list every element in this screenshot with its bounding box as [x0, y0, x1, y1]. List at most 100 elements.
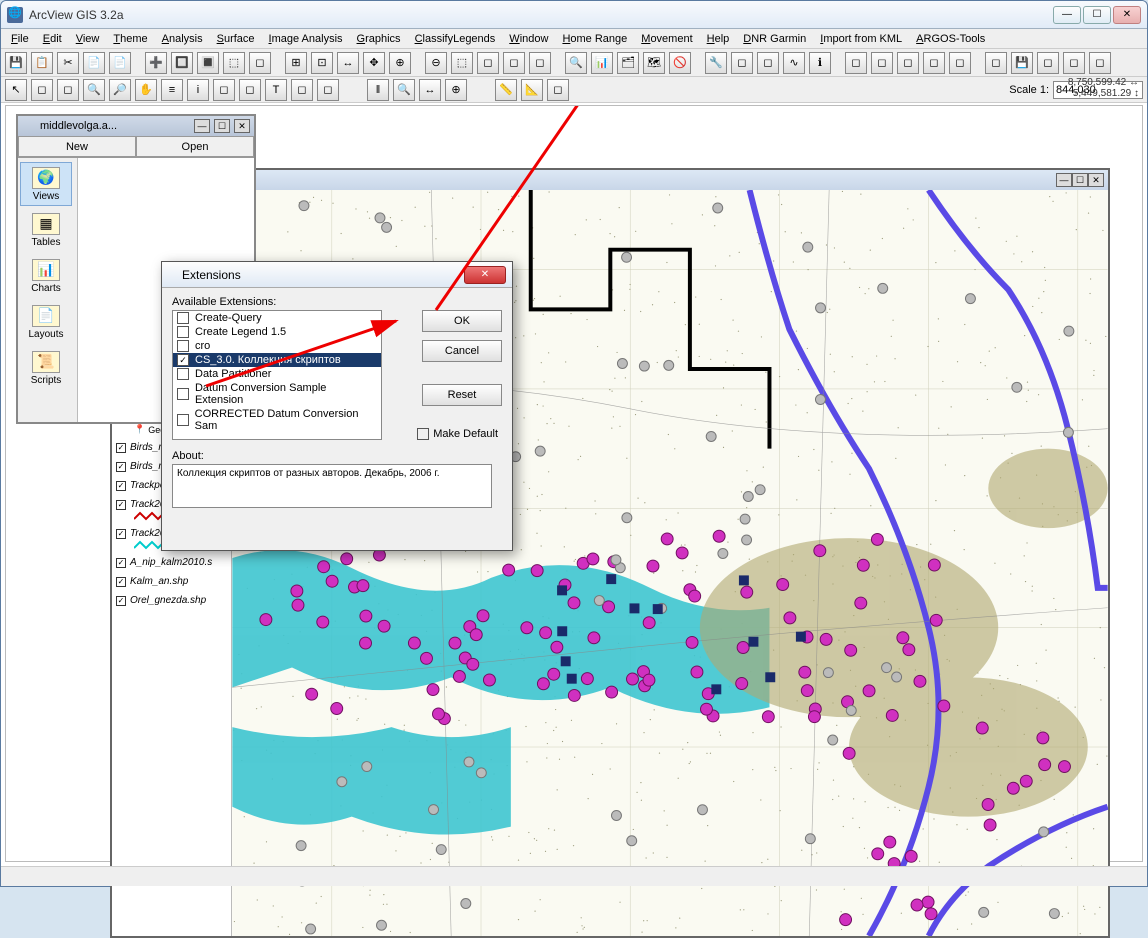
toolbar-button-21[interactable]: 📊: [591, 52, 613, 74]
toolbar2-button-10[interactable]: T: [265, 79, 287, 101]
toolbar2-button-3[interactable]: 🔍: [83, 79, 105, 101]
menu-image-analysis[interactable]: Image Analysis: [263, 32, 349, 46]
toolbar-button-24[interactable]: 🚫: [669, 52, 691, 74]
toolbar2-button-4[interactable]: 🔎: [109, 79, 131, 101]
extensions-list[interactable]: Create-QueryCreate Legend 1.5cro✓CS_3.0.…: [172, 310, 382, 440]
project-close-button[interactable]: ✕: [234, 119, 250, 133]
menu-help[interactable]: Help: [701, 32, 736, 46]
toolbar2-button-17[interactable]: ⊕: [445, 79, 467, 101]
toolbar2-button-2[interactable]: ◻: [57, 79, 79, 101]
toolbar-button-2[interactable]: ✂: [57, 52, 79, 74]
toolbar-button-36[interactable]: 💾: [1011, 52, 1033, 74]
toolbar2-button-8[interactable]: ◻: [213, 79, 235, 101]
project-category-charts[interactable]: 📊Charts: [20, 254, 72, 298]
toolbar-button-33[interactable]: ◻: [923, 52, 945, 74]
toolbar-button-22[interactable]: 🗂: [617, 52, 639, 74]
toolbar-button-16[interactable]: ⬚: [451, 52, 473, 74]
toolbar-button-0[interactable]: 💾: [5, 52, 27, 74]
menu-classifylegends[interactable]: ClassifyLegends: [409, 32, 502, 46]
ok-button[interactable]: OK: [422, 310, 502, 332]
checkbox-icon[interactable]: ✓: [116, 443, 126, 453]
toolbar2-button-7[interactable]: i: [187, 79, 209, 101]
toolbar-button-23[interactable]: 🗺: [643, 52, 665, 74]
map-close-button[interactable]: ✕: [1088, 173, 1104, 187]
toolbar2-button-19[interactable]: 📏: [495, 79, 517, 101]
project-category-tables[interactable]: ▦Tables: [20, 208, 72, 252]
menu-graphics[interactable]: Graphics: [351, 32, 407, 46]
extension-item[interactable]: CORRECTED Datum Conversion Sam: [173, 407, 381, 433]
toolbar-button-9[interactable]: ◻: [249, 52, 271, 74]
menu-home-range[interactable]: Home Range: [556, 32, 633, 46]
toolbar-button-18[interactable]: ◻: [503, 52, 525, 74]
toolbar-button-17[interactable]: ◻: [477, 52, 499, 74]
toolbar-button-34[interactable]: ◻: [949, 52, 971, 74]
checkbox-icon[interactable]: ✓: [177, 354, 189, 366]
extension-item[interactable]: Data Partitioner: [173, 367, 381, 381]
project-maximize-button[interactable]: ☐: [214, 119, 230, 133]
toolbar2-button-9[interactable]: ◻: [239, 79, 261, 101]
toolbar-button-15[interactable]: ⊖: [425, 52, 447, 74]
toolbar-button-38[interactable]: ◻: [1063, 52, 1085, 74]
checkbox-icon[interactable]: ✓: [116, 558, 126, 568]
maximize-button[interactable]: ☐: [1083, 6, 1111, 24]
minimize-button[interactable]: —: [1053, 6, 1081, 24]
menu-edit[interactable]: Edit: [37, 32, 68, 46]
toolbar-button-28[interactable]: ∿: [783, 52, 805, 74]
toolbar-button-3[interactable]: 📄: [83, 52, 105, 74]
close-button[interactable]: ✕: [1113, 6, 1141, 24]
toolbar-button-37[interactable]: ◻: [1037, 52, 1059, 74]
layer-item[interactable]: ✓A_nip_kalm2010.s: [116, 556, 227, 569]
toolbar-button-27[interactable]: ◻: [757, 52, 779, 74]
make-default-checkbox[interactable]: [417, 428, 429, 440]
toolbar-button-26[interactable]: ◻: [731, 52, 753, 74]
toolbar-button-32[interactable]: ◻: [897, 52, 919, 74]
project-category-scripts[interactable]: 📜Scripts: [20, 346, 72, 390]
project-category-views[interactable]: 🌍Views: [20, 162, 72, 206]
toolbar-button-20[interactable]: 🔍: [565, 52, 587, 74]
toolbar2-button-5[interactable]: ✋: [135, 79, 157, 101]
menu-dnr-garmin[interactable]: DNR Garmin: [737, 32, 812, 46]
extension-item[interactable]: cro: [173, 339, 381, 353]
toolbar2-button-20[interactable]: 📐: [521, 79, 543, 101]
toolbar-button-25[interactable]: 🔧: [705, 52, 727, 74]
menu-argos-tools[interactable]: ARGOS-Tools: [910, 32, 991, 46]
extensions-close-button[interactable]: ✕: [464, 266, 506, 284]
menu-import-from-kml[interactable]: Import from KML: [814, 32, 908, 46]
toolbar2-button-16[interactable]: ↔: [419, 79, 441, 101]
checkbox-icon[interactable]: [177, 388, 189, 400]
toolbar-button-35[interactable]: ◻: [985, 52, 1007, 74]
toolbar2-button-15[interactable]: 🔍: [393, 79, 415, 101]
map-window-titlebar[interactable]: — ☐ ✕: [112, 170, 1108, 190]
menu-movement[interactable]: Movement: [635, 32, 698, 46]
toolbar-button-5[interactable]: ➕: [145, 52, 167, 74]
toolbar2-button-21[interactable]: ◻: [547, 79, 569, 101]
toolbar2-button-14[interactable]: ‖: [367, 79, 389, 101]
project-minimize-button[interactable]: —: [194, 119, 210, 133]
menu-window[interactable]: Window: [503, 32, 554, 46]
toolbar-button-19[interactable]: ◻: [529, 52, 551, 74]
toolbar-button-6[interactable]: 🔲: [171, 52, 193, 74]
toolbar2-button-6[interactable]: ≡: [161, 79, 183, 101]
extension-item[interactable]: Create Legend 1.5: [173, 325, 381, 339]
map-minimize-button[interactable]: —: [1056, 173, 1072, 187]
extension-item[interactable]: Create-Query: [173, 311, 381, 325]
map-maximize-button[interactable]: ☐: [1072, 173, 1088, 187]
toolbar2-button-12[interactable]: ◻: [317, 79, 339, 101]
toolbar2-button-0[interactable]: ↖: [5, 79, 27, 101]
toolbar-button-13[interactable]: ✥: [363, 52, 385, 74]
menu-theme[interactable]: Theme: [107, 32, 153, 46]
checkbox-icon[interactable]: [177, 414, 189, 426]
toolbar-button-14[interactable]: ⊕: [389, 52, 411, 74]
toolbar-button-1[interactable]: 📋: [31, 52, 53, 74]
checkbox-icon[interactable]: [177, 326, 189, 338]
extensions-titlebar[interactable]: Extensions ✕: [162, 262, 512, 288]
project-tab-open[interactable]: Open: [136, 136, 254, 157]
toolbar2-button-1[interactable]: ◻: [31, 79, 53, 101]
project-titlebar[interactable]: middlevolga.a... — ☐ ✕: [18, 116, 254, 136]
checkbox-icon[interactable]: ✓: [116, 577, 126, 587]
toolbar-button-30[interactable]: ◻: [845, 52, 867, 74]
toolbar-button-12[interactable]: ↔: [337, 52, 359, 74]
toolbar-button-4[interactable]: 📄: [109, 52, 131, 74]
checkbox-icon[interactable]: [177, 312, 189, 324]
menu-analysis[interactable]: Analysis: [156, 32, 209, 46]
